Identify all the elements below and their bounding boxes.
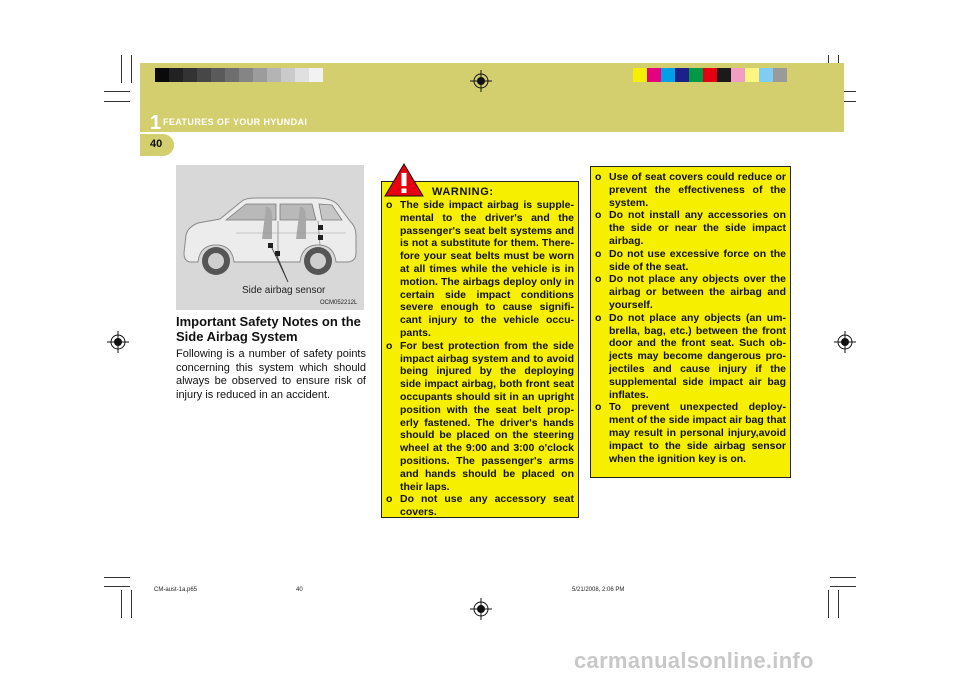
section-heading: Important Safety Notes on the Side Airba…	[176, 314, 361, 344]
header-divider	[140, 132, 844, 142]
list-item-text: For best protection from the side impact…	[400, 339, 574, 493]
crop-mark	[131, 590, 132, 618]
crop-mark	[104, 577, 130, 578]
list-item: o The side impact airbag is supple-mental…	[386, 199, 574, 340]
exclamation-triangle-icon	[384, 163, 424, 197]
list-item: o Do not place any objects (an um-brella,…	[595, 312, 786, 402]
grayscale-swatch	[295, 68, 309, 82]
process-color-bar	[633, 68, 787, 82]
grayscale-swatch	[155, 68, 169, 82]
list-item-text: Do not place any objects over the airbag…	[609, 273, 786, 311]
color-swatch	[647, 68, 661, 82]
section-title: FEATURES OF YOUR HYUNDAI	[163, 117, 308, 127]
list-item: o Do not use any accessory seat covers.	[386, 493, 574, 519]
grayscale-swatch	[253, 68, 267, 82]
color-swatch	[661, 68, 675, 82]
bullet-marker: o	[595, 209, 602, 222]
color-swatch	[717, 68, 731, 82]
list-item: o Do not install any accessories on the s…	[595, 209, 786, 247]
crop-mark	[104, 91, 130, 92]
grayscale-swatch	[197, 68, 211, 82]
grayscale-swatch	[267, 68, 281, 82]
list-item-text: Do not place any objects (an um-brella, …	[609, 311, 786, 401]
bullet-marker: o	[595, 247, 602, 260]
grayscale-swatch	[211, 68, 225, 82]
grayscale-swatch	[169, 68, 183, 82]
footer-timestamp: 5/21/2008, 2:06 PM	[572, 587, 625, 593]
intro-paragraph: Following is a number of safety points c…	[176, 348, 366, 401]
list-item: o Do not use excessive force on the side …	[595, 248, 786, 274]
color-swatch	[633, 68, 647, 82]
registration-mark-icon	[470, 598, 492, 620]
bullet-marker: o	[595, 401, 602, 414]
section-number: 1	[150, 112, 162, 134]
registration-mark-icon	[470, 70, 492, 92]
list-item-text: Use of seat covers could reduce or preve…	[609, 171, 786, 209]
crop-mark	[830, 577, 856, 578]
list-item-text: Do not install any accessories on the si…	[609, 209, 786, 247]
page-number: 40	[150, 138, 163, 150]
bullet-marker: o	[386, 199, 393, 211]
list-item: o Use of seat covers could reduce or prev…	[595, 171, 786, 209]
crop-mark	[104, 586, 130, 587]
color-swatch	[745, 68, 759, 82]
grayscale-swatch	[309, 68, 323, 82]
list-item-text: Do not use excessive force on the side o…	[609, 247, 786, 273]
grayscale-color-bar	[155, 68, 323, 82]
list-item-text: The side impact airbag is supple-mental …	[400, 199, 574, 339]
list-item-text: Do not use any accessory seat covers.	[400, 493, 574, 519]
list-item: o For best protection from the side impac…	[386, 340, 574, 494]
list-item: o To prevent unexpected deploy-ment of th…	[595, 401, 786, 465]
list-item-text: To prevent unexpected deploy-ment of the…	[609, 401, 786, 465]
registration-mark-icon	[107, 331, 129, 353]
crop-mark	[830, 586, 856, 587]
color-swatch	[703, 68, 717, 82]
footer-file-name: CM-aust-1a.p65	[154, 587, 198, 593]
color-swatch	[675, 68, 689, 82]
grayscale-swatch	[183, 68, 197, 82]
grayscale-swatch	[225, 68, 239, 82]
crop-mark	[131, 55, 132, 83]
figure-code: OCM052212L	[320, 300, 358, 306]
bullet-marker: o	[595, 171, 602, 183]
color-swatch	[759, 68, 773, 82]
bullet-marker: o	[595, 311, 602, 324]
warning-list: o The side impact airbag is supple-mental…	[386, 199, 574, 519]
bullet-marker: o	[386, 339, 393, 352]
color-swatch	[689, 68, 703, 82]
list-item: o Do not place any objects over the airba…	[595, 273, 786, 311]
grayscale-swatch	[281, 68, 295, 82]
bullet-marker: o	[595, 273, 602, 286]
figure-caption: Side airbag sensor	[242, 285, 326, 296]
footer-page: 40	[296, 587, 303, 593]
crop-mark	[121, 590, 122, 618]
crop-mark	[838, 590, 839, 618]
color-swatch	[731, 68, 745, 82]
warning-title: WARNING:	[432, 186, 494, 198]
crop-mark	[828, 590, 829, 618]
watermark-link[interactable]: carmanualsonline.info	[574, 648, 814, 674]
caution-list: o Use of seat covers could reduce or prev…	[595, 171, 786, 465]
registration-mark-icon	[834, 331, 856, 353]
crop-mark	[121, 55, 122, 83]
grayscale-swatch	[239, 68, 253, 82]
bullet-marker: o	[386, 493, 393, 506]
color-swatch	[773, 68, 787, 82]
crop-mark	[104, 101, 130, 102]
